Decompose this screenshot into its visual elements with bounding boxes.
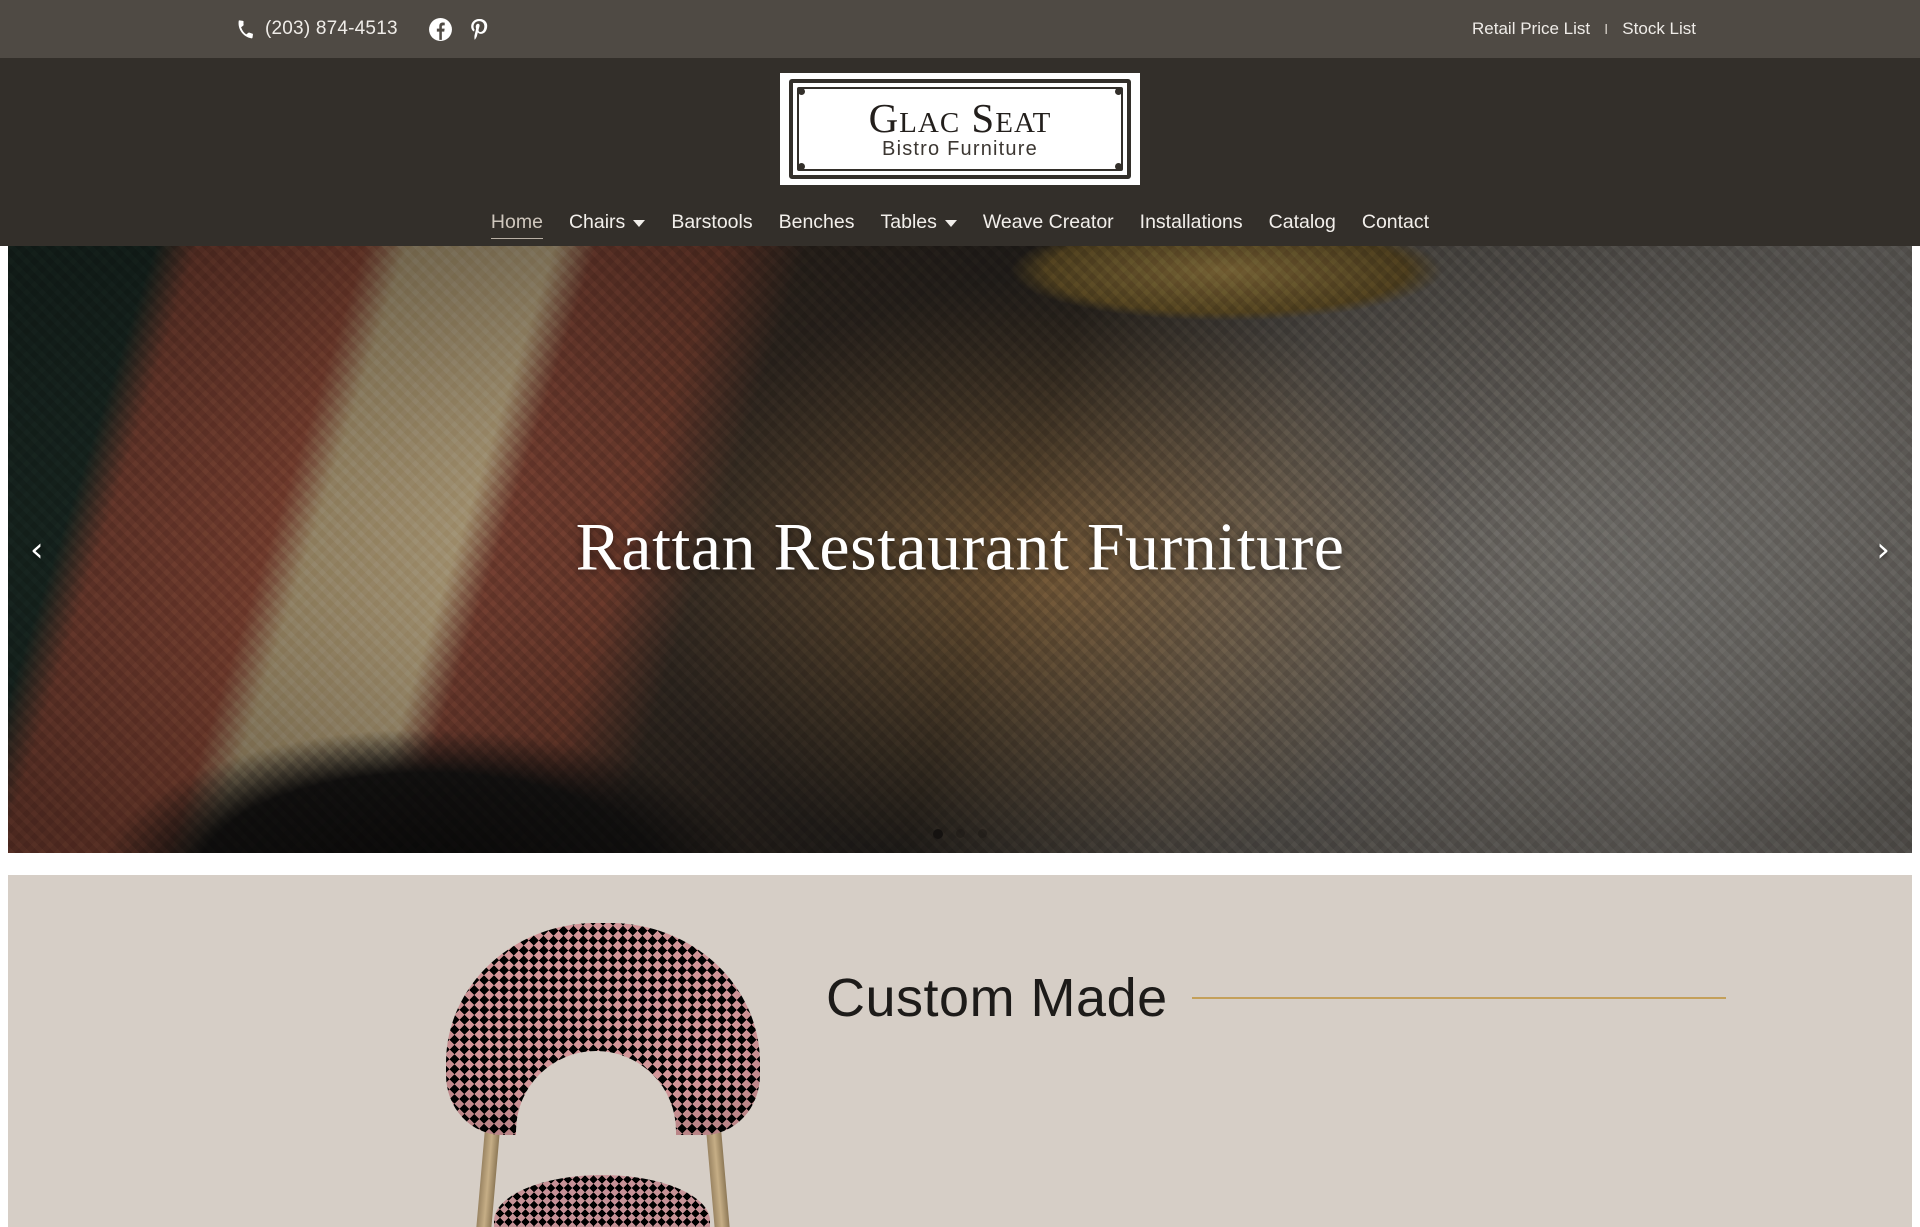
nav-label: Tables [880, 211, 937, 233]
social-links [428, 17, 492, 42]
topbar-separator: I [1604, 20, 1609, 38]
carousel-next-arrow[interactable]: › [1876, 533, 1890, 567]
chevron-down-icon [633, 220, 646, 228]
nav-item-chairs[interactable]: Chairs [556, 209, 658, 236]
custom-made-section: Custom Made [8, 875, 1912, 1227]
carousel-dot[interactable] [956, 829, 965, 838]
site-header: Glac Seat Bistro Furniture Home Chairs B… [0, 58, 1920, 246]
logo-text-group: Glac Seat Bistro Furniture [869, 98, 1052, 160]
phone-icon [235, 18, 256, 39]
carousel-dot[interactable] [978, 829, 987, 838]
nav-item-benches[interactable]: Benches [766, 209, 868, 236]
logo-title: Glac Seat [868, 95, 1052, 141]
custom-made-chair-image [438, 923, 768, 1227]
nav-label: Contact [1361, 211, 1430, 233]
nav-item-home[interactable]: Home [478, 209, 556, 240]
nav-item-weave-creator[interactable]: Weave Creator [970, 209, 1127, 236]
carousel-pagination [8, 829, 1912, 839]
nav-label: Home [490, 211, 543, 233]
logo-corner-dot [1115, 163, 1122, 170]
phone-number: (203) 874-4513 [265, 18, 398, 39]
phone-link[interactable]: (203) 874-4513 [236, 18, 398, 40]
topbar-contact-group: (203) 874-4513 [236, 17, 492, 42]
nav-label: Barstools [671, 211, 753, 233]
custom-made-title: Custom Made [826, 968, 1168, 1028]
carousel-dot[interactable] [933, 829, 943, 839]
custom-made-accent-rule [1191, 997, 1726, 999]
nav-label: Weave Creator [982, 211, 1114, 233]
logo-corner-dot [1115, 88, 1122, 95]
chevron-down-icon [944, 220, 957, 228]
top-utility-bar: (203) 874-4513 Retail Price List I Stock… [0, 0, 1920, 58]
logo-subtitle: Bistro Furniture [882, 138, 1038, 160]
nav-item-contact[interactable]: Contact [1349, 209, 1442, 236]
logo-corner-dot [798, 163, 805, 170]
facebook-icon[interactable] [428, 17, 453, 42]
nav-label: Benches [778, 211, 855, 233]
retail-price-list-link[interactable]: Retail Price List [1472, 19, 1590, 39]
carousel-prev-arrow[interactable]: ‹ [30, 533, 44, 567]
nav-label: Chairs [568, 211, 626, 233]
hero-headline: Rattan Restaurant Furniture [575, 508, 1345, 585]
nav-label: Installations [1139, 211, 1243, 233]
topbar-links-group: Retail Price List I Stock List [1472, 19, 1696, 39]
stock-list-link[interactable]: Stock List [1622, 19, 1696, 39]
nav-item-barstools[interactable]: Barstools [658, 209, 765, 236]
hero-carousel: Rattan Restaurant Furniture ‹ › [8, 246, 1912, 853]
pinterest-icon[interactable] [467, 17, 492, 42]
nav-item-installations[interactable]: Installations [1127, 209, 1256, 236]
main-navigation: Home Chairs Barstools Benches Tables Wea… [478, 209, 1442, 240]
nav-item-catalog[interactable]: Catalog [1256, 209, 1349, 236]
chair-seat [494, 1175, 710, 1227]
logo-corner-dot [798, 88, 805, 95]
nav-label: Catalog [1268, 211, 1336, 233]
custom-made-heading-group: Custom Made [826, 971, 1726, 1025]
site-logo[interactable]: Glac Seat Bistro Furniture [780, 73, 1140, 185]
nav-item-tables[interactable]: Tables [868, 209, 970, 236]
